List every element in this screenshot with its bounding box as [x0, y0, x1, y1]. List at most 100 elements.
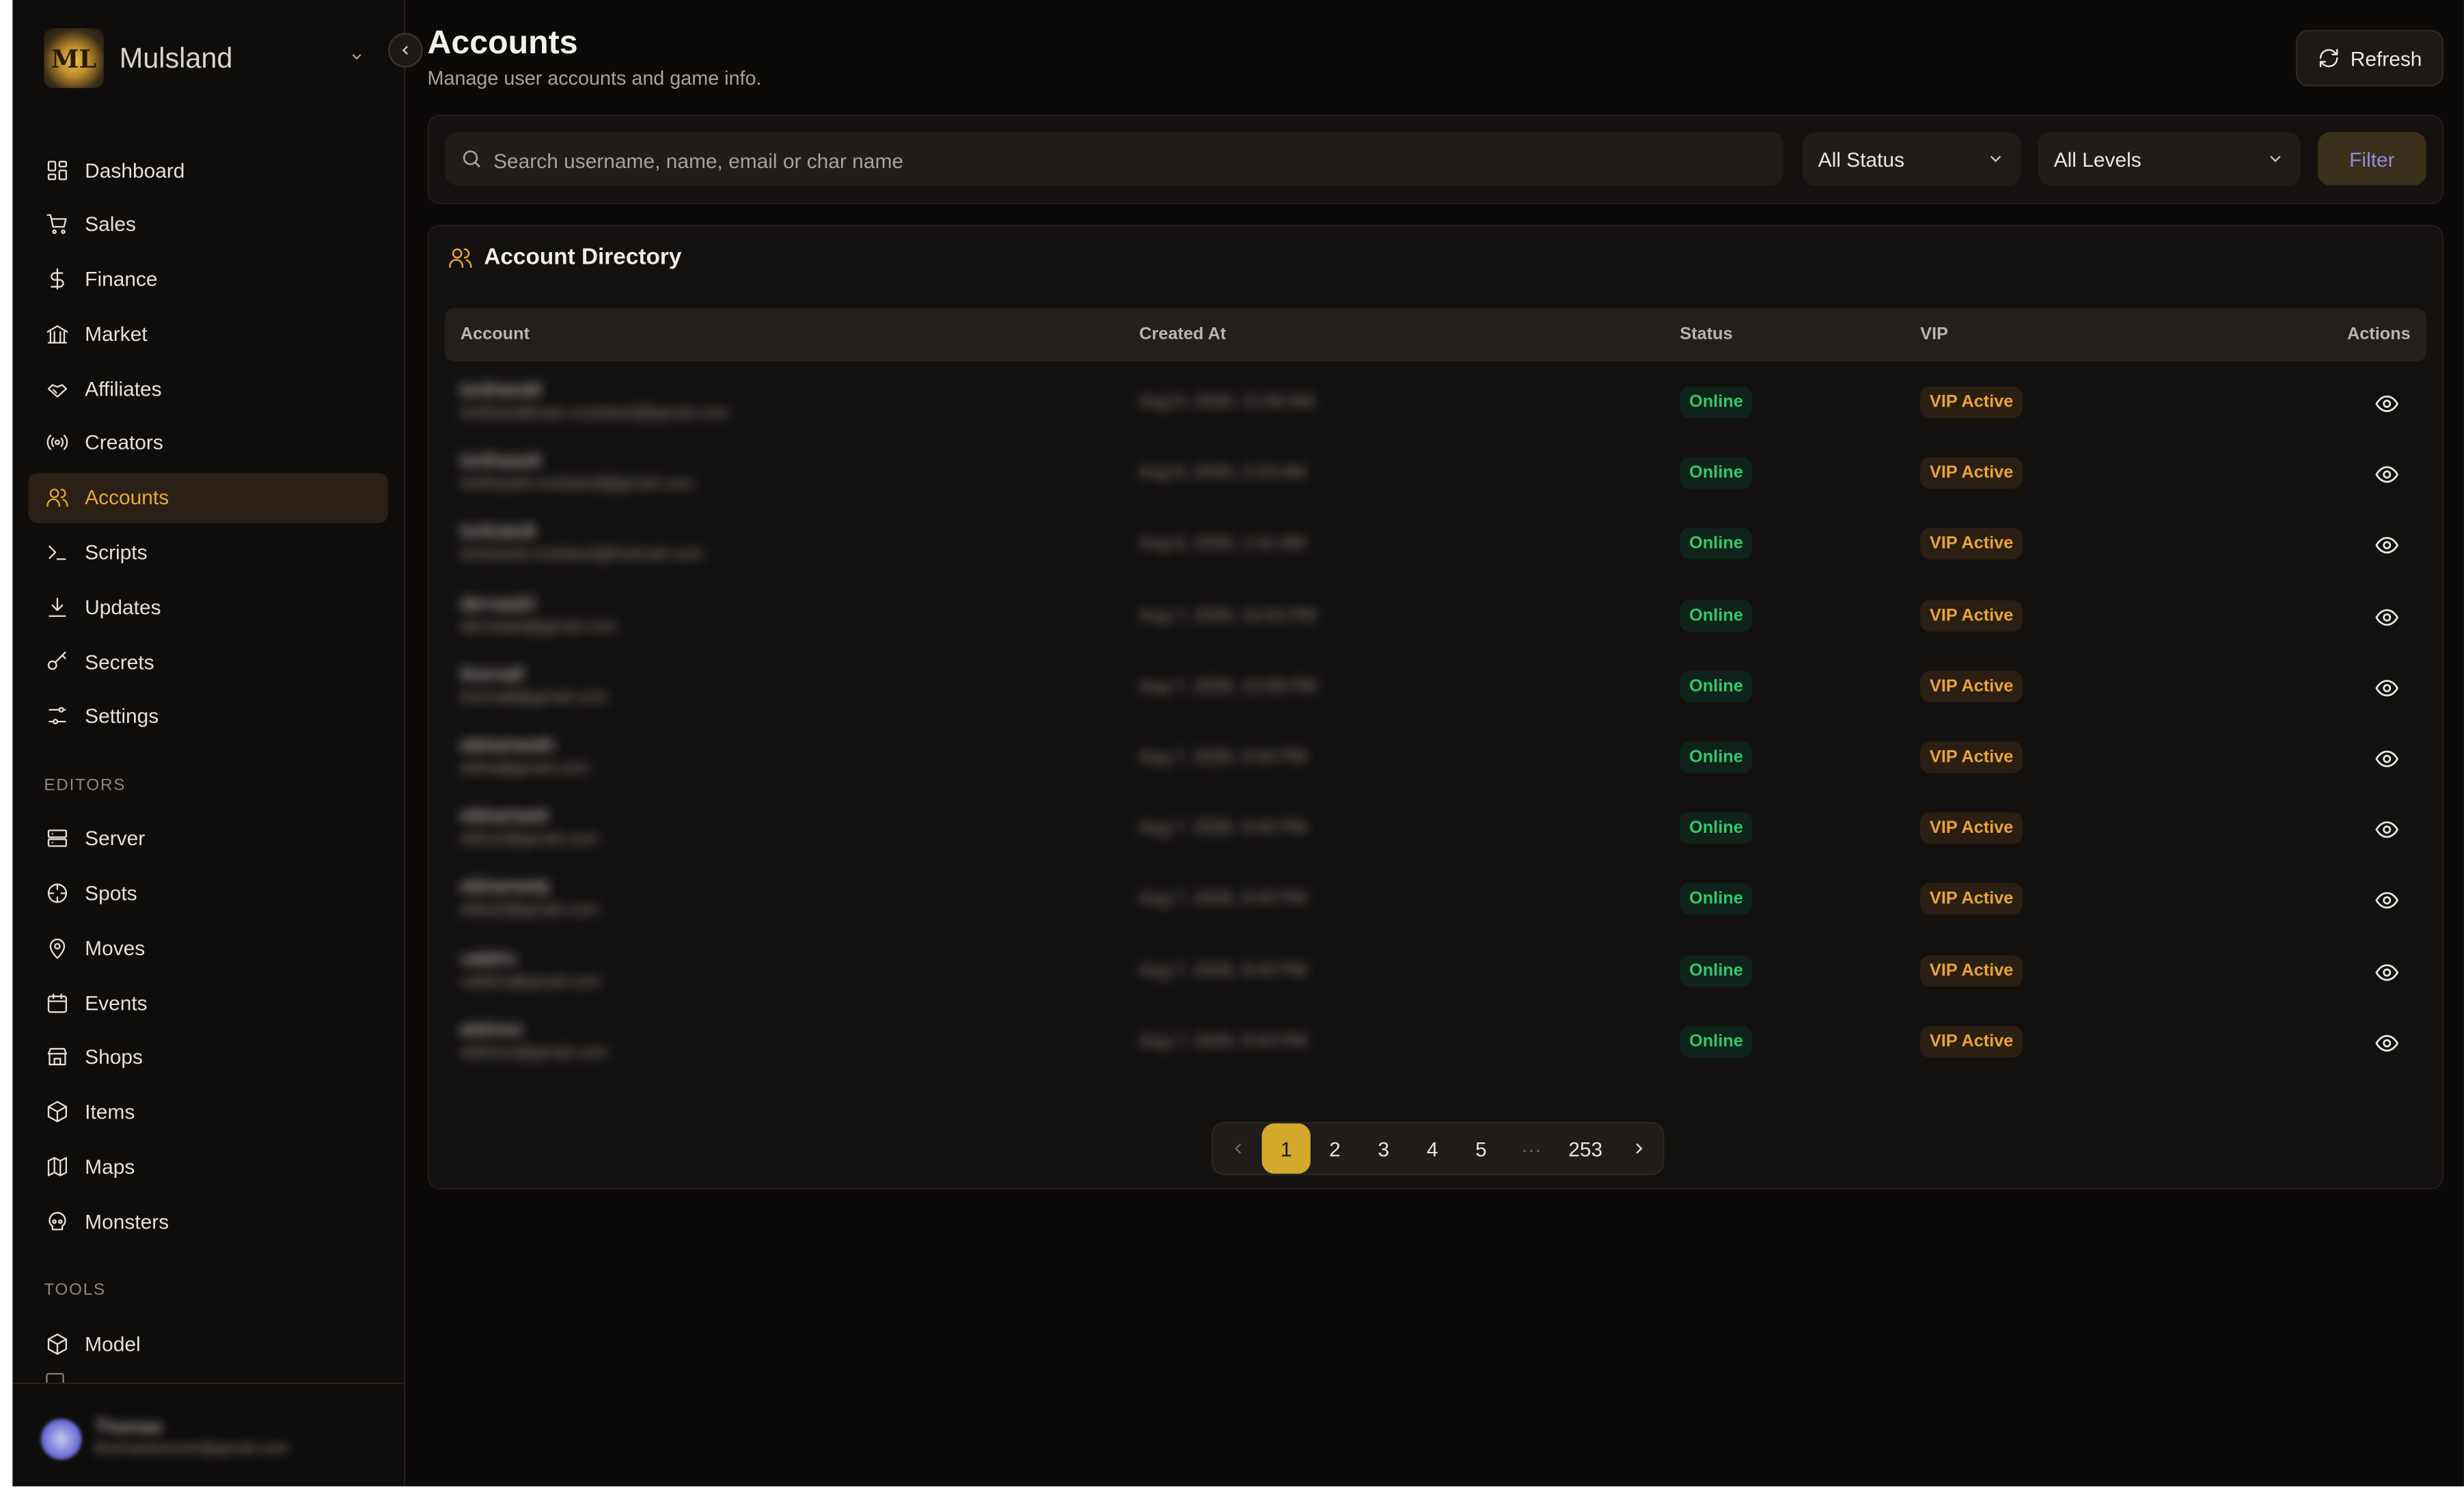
- eye-icon: [2375, 395, 2399, 413]
- brand-name: Mulsland: [119, 41, 233, 73]
- view-account-button[interactable]: [2374, 746, 2400, 771]
- sidebar-item-moves[interactable]: Moves: [28, 923, 388, 974]
- package-icon: [44, 1099, 69, 1125]
- table-row: lorithandil lorithandilmain.mulsland@gmai…: [445, 369, 2426, 440]
- account-email: eldra3@gmail.com: [460, 900, 599, 920]
- sidebar-item-label: Accounts: [85, 486, 169, 510]
- dollar-icon: [44, 266, 69, 292]
- sidebar-item-dashboard[interactable]: Dashboard: [28, 145, 388, 195]
- refresh-button[interactable]: Refresh: [2295, 29, 2444, 87]
- page-button-last[interactable]: 253: [1556, 1123, 1615, 1174]
- sidebar-item-label: Spots: [85, 881, 137, 905]
- vip-badge: VIP Active: [1920, 599, 2023, 631]
- sidebar-item-maps[interactable]: Maps: [28, 1142, 388, 1192]
- view-account-button[interactable]: [2374, 675, 2400, 700]
- sidebar-item-updates[interactable]: Updates: [28, 582, 388, 633]
- created-at: Aug 8, 2026, 2:25 AM: [1139, 463, 1306, 483]
- section-label-editors: EDITORS: [44, 775, 126, 795]
- page-button-3[interactable]: 3: [1359, 1123, 1408, 1174]
- server-icon: [44, 826, 69, 851]
- created-at: Aug 7, 2026, 9:44 PM: [1139, 1032, 1307, 1051]
- status-select[interactable]: All Status: [1802, 132, 2021, 186]
- brand-switcher[interactable]: ML Mulsland: [44, 28, 233, 88]
- sidebar-collapse-button[interactable]: [388, 33, 423, 68]
- account-username: eldrameetj: [460, 875, 549, 898]
- user-email: thomasboisvert@gmail.com: [94, 1440, 289, 1459]
- brand-logo: ML: [44, 28, 104, 88]
- account-username: valdrin: [460, 946, 517, 969]
- sidebar-item-label: Server: [85, 827, 146, 851]
- map-icon: [44, 1154, 69, 1179]
- sidebar-item-items[interactable]: Items: [28, 1087, 388, 1138]
- chevron-down-icon: [1986, 149, 2006, 168]
- status-badge: Online: [1680, 599, 1753, 631]
- sidebar-item-scripts[interactable]: Scripts: [28, 527, 388, 578]
- table-header: Account Created At Status VIP Actions: [444, 307, 2426, 361]
- vip-badge: VIP Active: [1920, 670, 2023, 702]
- account-email: eldra@gmail.com: [460, 758, 590, 778]
- page-button-5[interactable]: 5: [1457, 1123, 1505, 1174]
- users-icon: [449, 248, 472, 269]
- calendar-icon: [44, 990, 69, 1015]
- sidebar-nav: Dashboard Sales Finance Market Affiliates Cre…: [28, 145, 389, 1373]
- page-button-1[interactable]: 1: [1261, 1123, 1311, 1174]
- view-account-button[interactable]: [2374, 463, 2400, 488]
- view-account-button[interactable]: [2374, 533, 2400, 558]
- sidebar-item-monsters[interactable]: Monsters: [28, 1196, 388, 1247]
- chevron-left-icon: [1233, 1143, 1241, 1154]
- sidebar-item-label: Maps: [85, 1155, 135, 1179]
- account-email: dervaskil@gmail.com: [460, 616, 618, 636]
- prev-page-button[interactable]: [1213, 1123, 1261, 1174]
- pagination: 1 2 3 4 5 ··· 253: [1212, 1121, 1665, 1176]
- view-account-button[interactable]: [2374, 959, 2400, 985]
- sidebar-item-settings[interactable]: Settings: [28, 691, 388, 742]
- account-username: dervaskil: [460, 591, 535, 614]
- sidebar-item-finance[interactable]: Finance: [28, 254, 388, 305]
- status-badge: Online: [1680, 457, 1753, 489]
- eye-icon: [2375, 892, 2399, 909]
- created-at: Aug 7, 2026, 9:44 PM: [1139, 890, 1307, 909]
- card-title: Account Directory: [448, 245, 681, 271]
- sidebar-item-label: Moves: [85, 936, 146, 960]
- level-select[interactable]: All Levels: [2038, 132, 2301, 186]
- sidebar-item-server[interactable]: Server: [28, 814, 388, 864]
- view-account-button[interactable]: [2374, 604, 2400, 629]
- sidebar-item-sales[interactable]: Sales: [28, 200, 388, 250]
- chevron-down-icon[interactable]: [349, 47, 365, 69]
- refresh-label: Refresh: [2350, 46, 2422, 70]
- view-account-button[interactable]: [2374, 817, 2400, 842]
- eye-icon: [2375, 466, 2399, 484]
- grid-icon: [44, 157, 69, 182]
- vip-badge: VIP Active: [1920, 528, 2023, 560]
- column-header-actions: Actions: [2346, 325, 2411, 344]
- vip-badge: VIP Active: [1920, 457, 2023, 489]
- page-button-2[interactable]: 2: [1311, 1123, 1359, 1174]
- sidebar-item-affiliates[interactable]: Affiliates: [28, 363, 388, 414]
- sidebar-item-events[interactable]: Events: [28, 978, 388, 1028]
- target-icon: [44, 881, 69, 906]
- sidebar-item-model[interactable]: Model: [28, 1319, 388, 1369]
- vip-badge: VIP Active: [1920, 741, 2023, 773]
- view-account-button[interactable]: [2374, 391, 2400, 417]
- sidebar-item-shops[interactable]: Shops: [28, 1032, 388, 1083]
- page-button-4[interactable]: 4: [1408, 1123, 1457, 1174]
- search-icon: [463, 150, 480, 168]
- sidebar-item-market[interactable]: Market: [28, 309, 388, 359]
- user-profile[interactable]: Thomas thomasboisvert@gmail.com: [12, 1382, 405, 1487]
- eye-icon: [2375, 963, 2399, 980]
- view-account-button[interactable]: [2374, 1030, 2400, 1056]
- sidebar-item-label: Finance: [85, 267, 158, 291]
- next-page-button[interactable]: [1614, 1123, 1662, 1174]
- status-badge: Online: [1680, 812, 1753, 844]
- sidebar-item-label: Events: [85, 991, 148, 1015]
- sidebar-item-accounts[interactable]: Accounts: [28, 472, 389, 523]
- column-header-created-at: Created At: [1139, 325, 1227, 344]
- sidebar-item-secrets[interactable]: Secrets: [28, 637, 388, 687]
- search-input[interactable]: [490, 132, 1770, 189]
- sidebar-item-spots[interactable]: Spots: [28, 868, 388, 919]
- filter-button[interactable]: Filter: [2318, 132, 2426, 186]
- vip-badge: VIP Active: [1920, 883, 2023, 916]
- users-icon: [44, 485, 69, 510]
- view-account-button[interactable]: [2374, 888, 2400, 913]
- sidebar-item-creators[interactable]: Creators: [28, 418, 388, 469]
